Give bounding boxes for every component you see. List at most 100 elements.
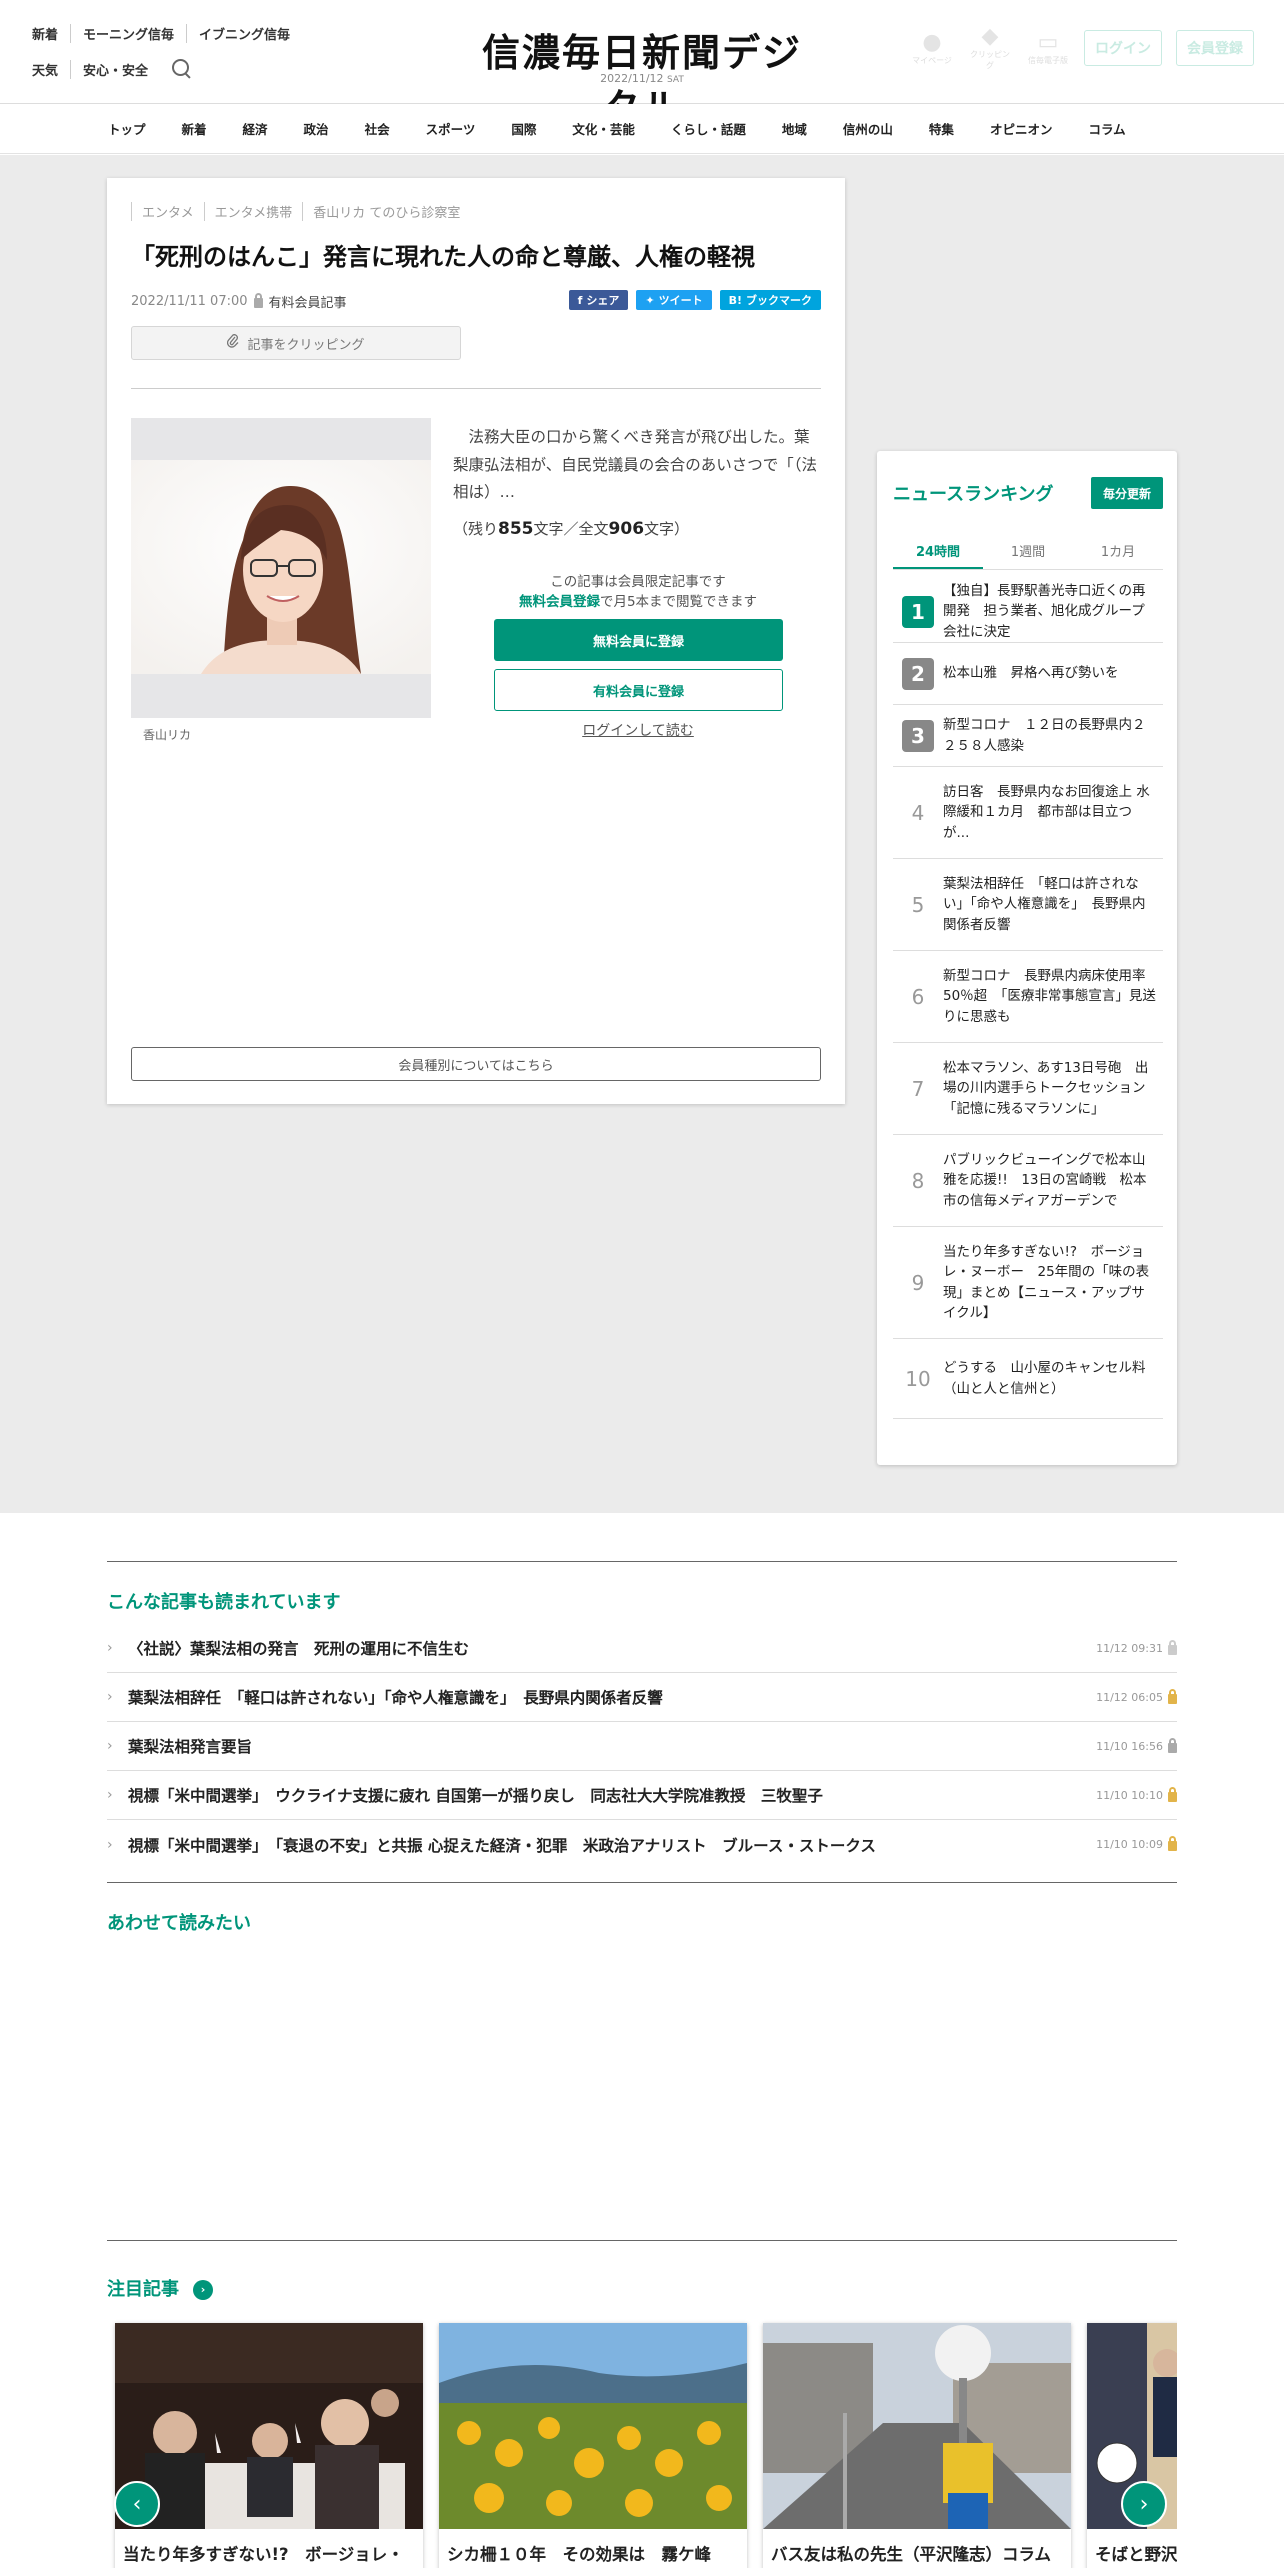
- free-register-link[interactable]: 無料会員登録: [519, 594, 600, 610]
- breadcrumb-item[interactable]: エンタメ: [131, 202, 204, 221]
- nav-item[interactable]: 地域: [764, 119, 825, 138]
- ranking-title: ニュースランキング: [893, 484, 1054, 505]
- paperclip-icon: [227, 334, 239, 352]
- members-only-note: この記事は会員限定記事です 無料会員登録で月5本まで閲覧できます: [518, 574, 758, 611]
- paid-lock-icon: [1168, 1786, 1177, 1802]
- nav-item[interactable]: オピニオン: [972, 119, 1071, 138]
- ranking-item[interactable]: 8 パブリックビューイングで松本山雅を応援!! 13日の宮崎戦 松本市の信毎メディ…: [893, 1135, 1163, 1227]
- ranking-item[interactable]: 9 当たり年多すぎない!? ボージョレ・ヌーボー 25年間の「味の表現」まとめ【ニ…: [893, 1227, 1163, 1339]
- facebook-icon: f: [577, 293, 583, 307]
- ranking-item[interactable]: 6 新型コロナ 長野県内病床使用率50％超 「医療非常事態宣言」見送りに思惑も: [893, 951, 1163, 1043]
- carousel-next-button[interactable]: ›: [1121, 2481, 1167, 2527]
- featured-card[interactable]: そばと野沢: [1087, 2323, 1177, 2568]
- header-link[interactable]: 天気: [32, 60, 70, 79]
- chevron-right-icon: ›: [107, 1689, 113, 1705]
- nav-item[interactable]: 文化・芸能: [554, 119, 653, 138]
- remaining-chars: （残り855文字／全文906文字）: [453, 519, 690, 539]
- ranking-item-title: 当たり年多すぎない!? ボージョレ・ヌーボー 25年間の「味の表現」まとめ【ニュ…: [943, 1244, 1150, 1321]
- featured-card-caption: シカ柵１０年 その効果は 霧ケ峰: [447, 2545, 711, 2564]
- related-article[interactable]: › 葉梨法相発言要旨 11/10 16:56: [107, 1722, 1177, 1771]
- related-article[interactable]: › 葉梨法相辞任 「軽口は許されない」「命や人権意識を」 長野県内関係者反響 11/…: [107, 1673, 1177, 1722]
- ranking-item[interactable]: 5 葉梨法相辞任 「軽口は許されない」「命や人権意識を」 長野県内関係者反響: [893, 859, 1163, 951]
- member-types-button[interactable]: 会員種別についてはこちら: [131, 1047, 821, 1081]
- related-article[interactable]: › 視標「米中間選挙」 ウクライナ支援に疲れ 自国第一が揺り戻し 同志社大大学院准…: [107, 1771, 1177, 1820]
- rank-number: 1: [902, 595, 934, 628]
- recommend-section-title: あわせて読みたい: [107, 1913, 251, 1934]
- related-article-date: 11/10 10:10: [1096, 1786, 1177, 1802]
- nav-item[interactable]: 経済: [225, 119, 286, 138]
- tab-24h[interactable]: 24時間: [893, 537, 983, 569]
- clip-article-button[interactable]: 記事をクリッピング: [131, 326, 461, 360]
- ranking-item[interactable]: 4 訪日客 長野県内なお回復途上 水際緩和１カ月 都市部は目立つが...: [893, 767, 1163, 859]
- rank-number: 3: [902, 719, 934, 752]
- nav-item[interactable]: 政治: [286, 119, 347, 138]
- paid-article-label: 有料会員記事: [268, 296, 347, 311]
- ranking-item[interactable]: 3 新型コロナ １２日の長野県内２２５８人感染: [893, 705, 1163, 767]
- news-ranking: ニュースランキング 毎分更新 24時間 1週間 1カ月 1 【独自】長野駅善光寺口…: [877, 451, 1177, 1465]
- lock-icon: [253, 293, 263, 308]
- chevron-right-icon: ›: [107, 1640, 113, 1656]
- rank-number: 4: [911, 800, 925, 825]
- related-article-title: 視標「米中間選挙」 ウクライナ支援に疲れ 自国第一が揺り戻し 同志社大大学院准教…: [128, 1787, 823, 1805]
- featured-card-caption: そばと野沢: [1095, 2545, 1177, 2564]
- header-link[interactable]: 新着: [32, 24, 70, 43]
- ranking-item[interactable]: 1 【独自】長野駅善光寺口近くの再開発 担う業者、旭化成グループ会社に決定: [893, 581, 1163, 643]
- header-link[interactable]: イブニング信毎: [186, 23, 302, 43]
- ranking-item-title: 松本マラソン、あす13日号砲 出場の川内選手らトークセッション「記憶に残るマラソ…: [943, 1060, 1149, 1117]
- nav-item[interactable]: 国際: [493, 119, 554, 138]
- ranking-list: 1 【独自】長野駅善光寺口近くの再開発 担う業者、旭化成グループ会社に決定 2 松本山…: [893, 581, 1163, 1419]
- twitter-icon: ✦: [645, 293, 655, 307]
- carousel-prev-button[interactable]: ‹: [114, 2481, 160, 2527]
- nav-item[interactable]: 特集: [911, 119, 972, 138]
- member-lock-icon: [1168, 1737, 1177, 1753]
- related-article-title: 葉梨法相辞任 「軽口は許されない」「命や人権意識を」 長野県内関係者反響: [128, 1689, 663, 1707]
- related-articles-list: › 〈社説〉葉梨法相の発言 死刑の運用に不信生む 11/12 09:31 › 葉梨法相辞…: [107, 1624, 1177, 1869]
- nav-item[interactable]: コラム: [1070, 119, 1143, 138]
- related-article-date: 11/12 09:31: [1096, 1639, 1177, 1655]
- related-article[interactable]: › 視標「米中間選挙」 「衰退の不安」と共振 心捉えた経済・犯罪 米政治アナリスト…: [107, 1820, 1177, 1869]
- mypage-icon[interactable]: ● マイページ: [910, 30, 954, 66]
- twitter-share-button[interactable]: ✦ ツイート: [636, 290, 712, 310]
- facebook-share-button[interactable]: f シェア: [568, 290, 629, 310]
- header-user-actions: ● マイページ ◆ クリッピング ▭ 信毎電子版 ログイン 会員登録: [910, 24, 1254, 71]
- ranking-item[interactable]: 2 松本山雅 昇格へ再び勢いを: [893, 643, 1163, 705]
- nav-item[interactable]: 信州の山: [825, 119, 911, 138]
- featured-section-title[interactable]: 注目記事 ›: [107, 2275, 213, 2301]
- login-button[interactable]: ログイン: [1084, 29, 1162, 66]
- nav-item[interactable]: スポーツ: [408, 119, 494, 138]
- article-card: エンタメ エンタメ携帯 香山リカ てのひら診察室 「死刑のはんこ」発言に現れた人…: [107, 178, 845, 1104]
- digital-edition-icon[interactable]: ▭ 信毎電子版: [1026, 30, 1070, 66]
- search-icon[interactable]: [172, 59, 192, 79]
- header-quick-links: 新着 モーニング信毎 イブニング信毎 天気 安心・安全: [32, 22, 302, 94]
- photo-caption: 香山リカ: [143, 728, 192, 742]
- breadcrumb-item[interactable]: 香山リカ てのひら診察室: [302, 202, 470, 221]
- featured-card[interactable]: 当たり年多すぎない!? ボージョレ・: [115, 2323, 423, 2568]
- nav-item[interactable]: くらし・話題: [653, 119, 764, 138]
- tab-1week[interactable]: 1週間: [983, 537, 1073, 569]
- clipping-icon[interactable]: ◆ クリッピング: [968, 24, 1012, 71]
- nav-item[interactable]: 新着: [164, 119, 225, 138]
- featured-image: [115, 2323, 423, 2529]
- related-article[interactable]: › 〈社説〉葉梨法相の発言 死刑の運用に不信生む 11/12 09:31: [107, 1624, 1177, 1673]
- featured-card[interactable]: シカ柵１０年 その効果は 霧ケ峰: [439, 2323, 747, 2568]
- register-button[interactable]: 会員登録: [1176, 29, 1254, 66]
- lock-icon: [1168, 1639, 1177, 1655]
- featured-card[interactable]: バス友は私の先生（平沢隆志）コラム: [763, 2323, 1071, 2568]
- breadcrumb-item[interactable]: エンタメ携帯: [203, 202, 303, 221]
- hatena-bookmark-button[interactable]: B! ブックマーク: [719, 290, 821, 310]
- article-meta: 2022/11/11 07:00 有料会員記事: [131, 292, 347, 311]
- ranking-item[interactable]: 7 松本マラソン、あす13日号砲 出場の川内選手らトークセッション「記憶に残るマラ…: [893, 1043, 1163, 1135]
- ranking-item-title: 新型コロナ 長野県内病床使用率50％超 「医療非常事態宣言」見送りに思惑も: [943, 968, 1156, 1025]
- login-to-read-link[interactable]: ログインして読む: [453, 720, 823, 740]
- paid-lock-icon: [1168, 1688, 1177, 1704]
- nav-item[interactable]: 社会: [347, 119, 408, 138]
- section-divider: [107, 2240, 1177, 2241]
- header-link[interactable]: 安心・安全: [70, 59, 160, 79]
- register-free-button[interactable]: 無料会員に登録: [494, 619, 783, 661]
- nav-item[interactable]: トップ: [90, 119, 164, 138]
- ranking-item[interactable]: 10 どうする 山小屋のキャンセル料（山と人と信州と）: [893, 1339, 1163, 1419]
- article-lead: 法務大臣の口から驚くべき発言が飛び出した。葉梨康弘法相が、自民党議員の会合のあい…: [453, 428, 817, 502]
- header-link[interactable]: モーニング信毎: [70, 23, 186, 43]
- register-paid-button[interactable]: 有料会員に登録: [494, 669, 783, 711]
- tab-1month[interactable]: 1カ月: [1073, 537, 1163, 569]
